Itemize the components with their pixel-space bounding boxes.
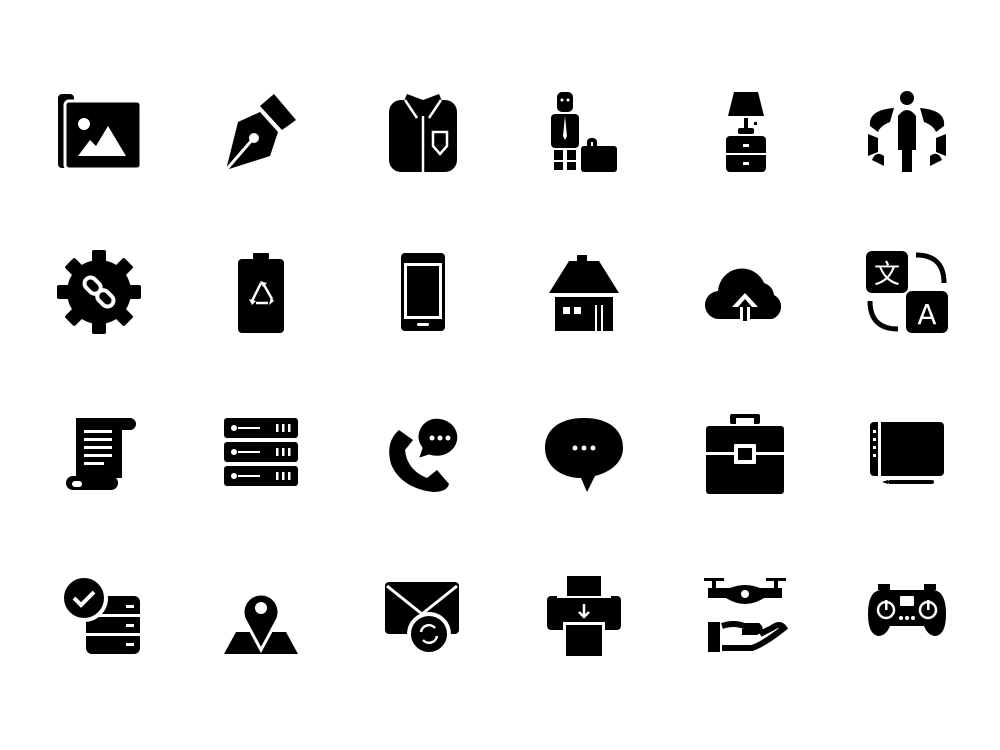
person-360-view-icon [862,86,952,176]
phone-call-chat-icon [377,408,467,498]
shirt-icon [377,86,467,176]
gamepad-icon [862,570,952,660]
email-sync-icon [377,570,467,660]
businessman-briefcase-icon [539,86,629,176]
drawing-tablet-icon [862,408,952,498]
house-icon [539,247,629,337]
printer-icon [539,570,629,660]
speech-bubble-icon [539,408,629,498]
server-rack-icon [216,408,306,498]
translate-glyph-a: 文 [874,260,900,290]
cloud-upload-icon [700,247,790,337]
gear-link-icon [54,247,144,337]
drone-hand-icon [700,570,790,660]
translate-glyph-b: A [917,298,936,331]
translate-icon: 文A [862,247,952,337]
database-check-icon [54,570,144,660]
pen-nib-icon [216,86,306,176]
image-folder-icon [54,86,144,176]
lamp-nightstand-icon [700,86,790,176]
battery-recycle-icon [216,247,306,337]
smartphone-icon [377,247,467,337]
toolbox-icon [700,408,790,498]
map-pin-icon [216,570,306,660]
scroll-document-icon [54,408,144,498]
